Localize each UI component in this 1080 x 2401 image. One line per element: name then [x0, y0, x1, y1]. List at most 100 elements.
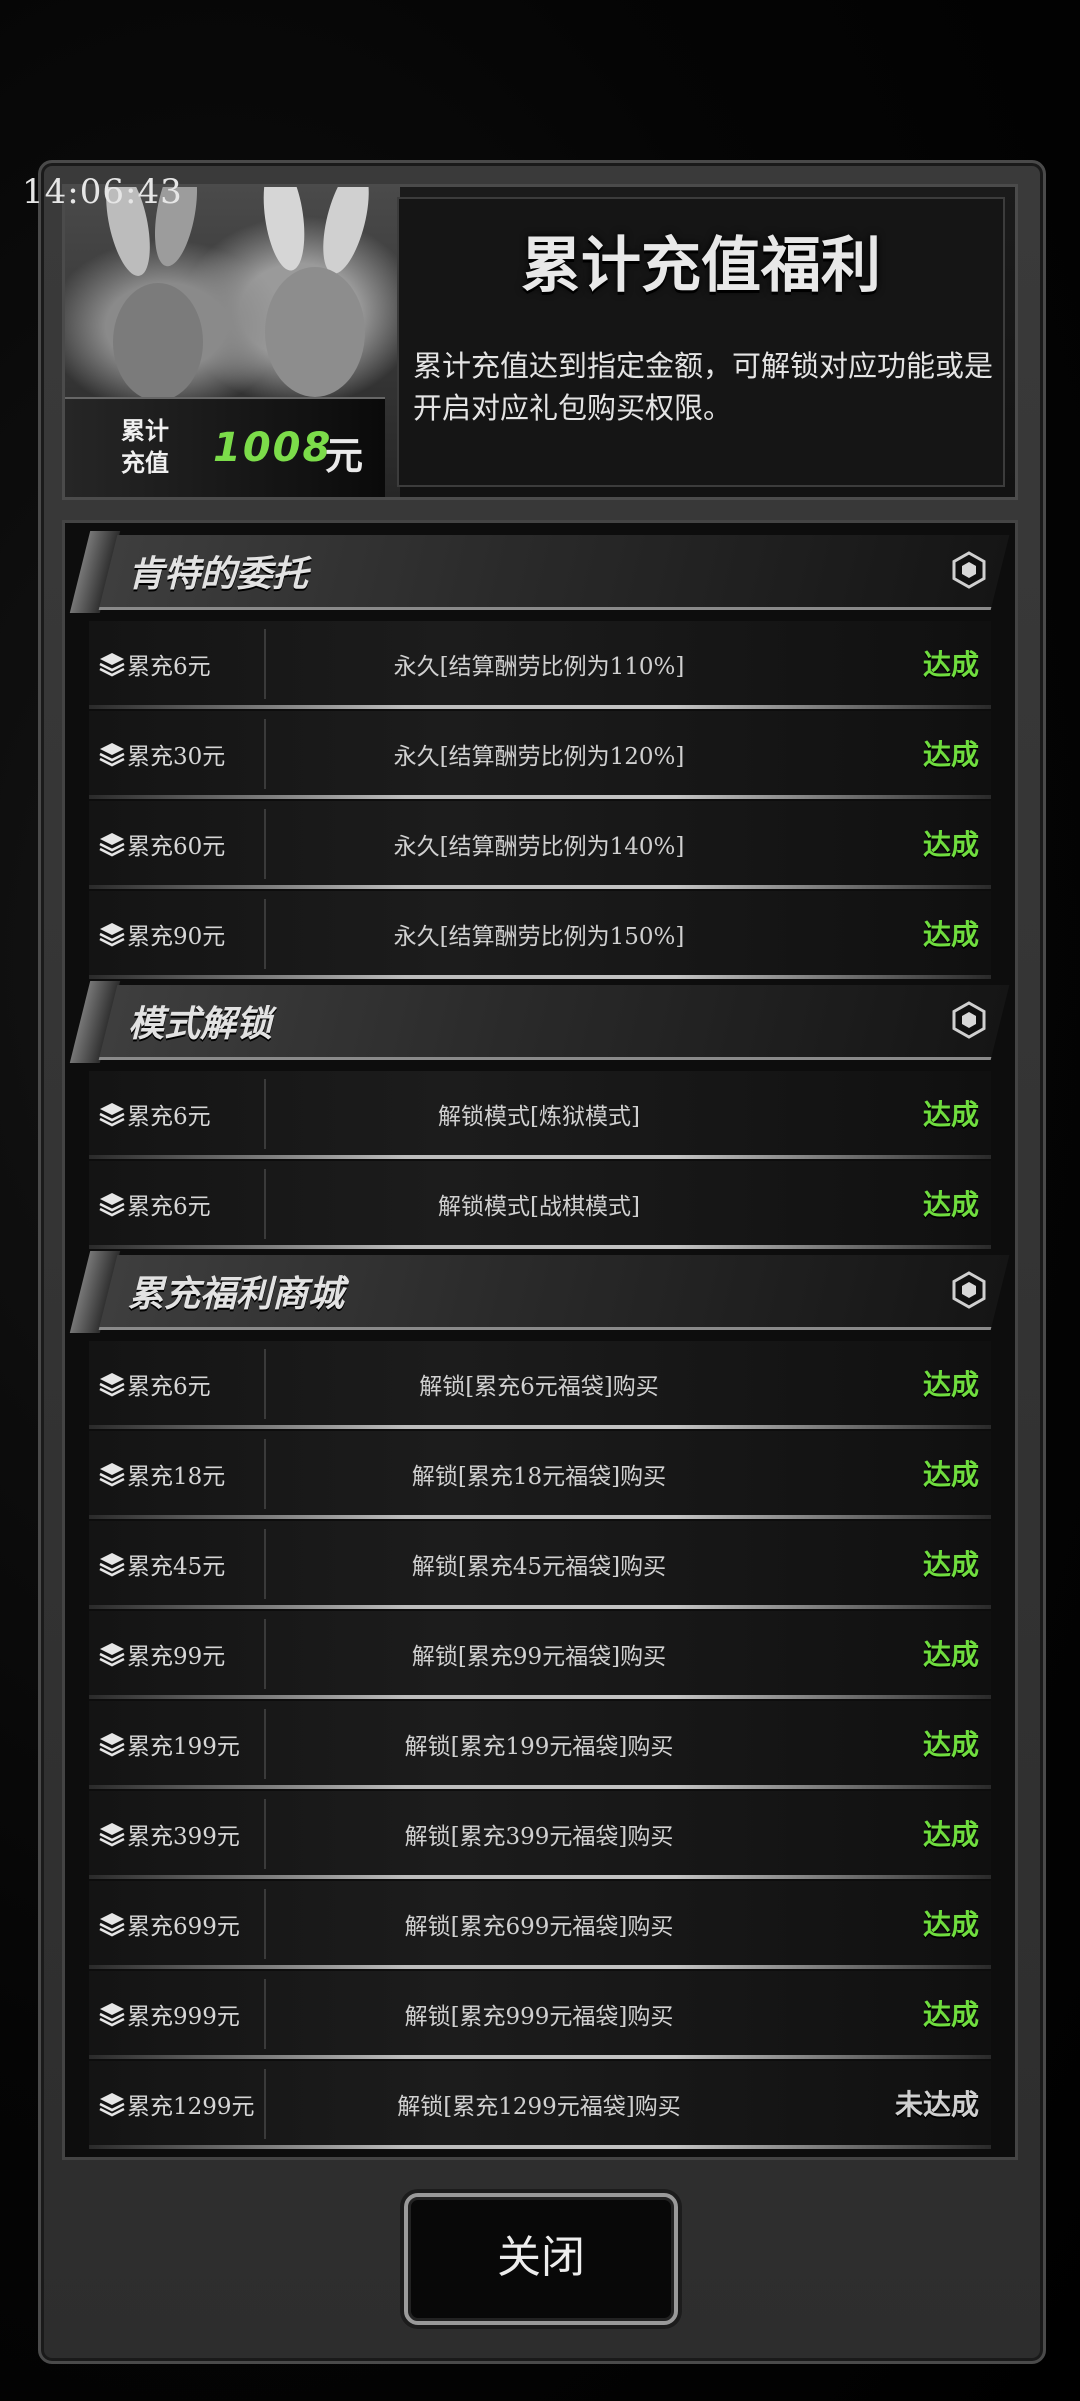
title-area: 累计充值福利 累计充值达到指定金额，可解锁对应功能或是开启对应礼包购买权限。: [397, 197, 1005, 487]
description-text: 累计充值达到指定金额，可解锁对应功能或是开启对应礼包购买权限。: [413, 349, 994, 425]
row-divider: [264, 1979, 266, 2049]
bunny-ear: [257, 187, 311, 274]
benefit-row[interactable]: 累充699元 解锁[累充699元福袋]购买 达成: [89, 1881, 991, 1969]
amount-unit: 元: [325, 434, 364, 478]
bunny-ear: [314, 187, 378, 278]
section-title: 肯特的委托: [128, 554, 309, 595]
section-title: 累充福利商城: [128, 1274, 345, 1315]
section-header: 累充福利商城: [69, 1251, 1010, 1333]
benefit-row[interactable]: 累充6元 解锁模式[战棋模式] 达成: [89, 1161, 991, 1249]
layers-icon: [99, 2001, 125, 2027]
layers-icon: [99, 741, 125, 767]
recharge-requirement: 累充6元: [127, 1194, 211, 1220]
recharge-requirement: 累充90元: [127, 924, 226, 950]
amount-label-line2: 充值: [121, 449, 169, 477]
benefit-description: 解锁[累充45元福袋]购买: [411, 1554, 667, 1580]
benefit-row[interactable]: 累充399元 解锁[累充399元福袋]购买 达成: [89, 1791, 991, 1879]
layers-icon: [99, 1551, 125, 1577]
status-badge: 达成: [922, 1368, 979, 1401]
status-badge: 达成: [922, 1908, 979, 1941]
clock: 14:06:43: [22, 172, 183, 212]
benefit-row[interactable]: 累充6元 永久[结算酬劳比例为110%] 达成: [89, 621, 991, 709]
status-badge: 达成: [922, 1458, 979, 1491]
benefit-description: 永久[结算酬劳比例为110%]: [393, 654, 685, 680]
status-badge: 达成: [922, 1638, 979, 1671]
row-divider: [264, 2069, 266, 2139]
character-portrait: 累计 充值 1008 元: [65, 187, 400, 497]
status-badge: 达成: [922, 648, 979, 681]
row-divider: [264, 1169, 266, 1239]
benefit-description: 解锁[累充6元福袋]购买: [419, 1374, 659, 1400]
dialog-header: 累计 充值 1008 元 累计充值福利 累计充值达到指定金额，可解锁对应功能或是…: [62, 184, 1018, 500]
layers-icon: [99, 651, 125, 677]
row-divider: [264, 1439, 266, 1509]
row-divider: [264, 809, 266, 879]
benefit-row[interactable]: 累充45元 解锁[累充45元福袋]购买 达成: [89, 1521, 991, 1609]
section-title: 模式解锁: [128, 1004, 273, 1045]
recharge-requirement: 累充45元: [127, 1554, 226, 1580]
total-recharge-amount: 1008: [213, 425, 333, 471]
layers-icon: [99, 1461, 125, 1487]
recharge-requirement: 累充999元: [127, 2004, 240, 2030]
benefit-row[interactable]: 累充199元 解锁[累充199元福袋]购买 达成: [89, 1701, 991, 1789]
character-face: [113, 283, 203, 401]
layers-icon: [99, 1911, 125, 1937]
character-face: [265, 267, 365, 397]
benefit-row[interactable]: 累充6元 解锁[累充6元福袋]购买 达成: [89, 1341, 991, 1429]
benefit-row[interactable]: 累充1299元 解锁[累充1299元福袋]购买 未达成: [89, 2061, 991, 2149]
layers-icon: [99, 2091, 125, 2117]
status-badge: 达成: [922, 1728, 979, 1761]
benefit-description: 解锁[累充699元福袋]购买: [404, 1914, 674, 1940]
row-divider: [264, 1619, 266, 1689]
benefit-row[interactable]: 累充30元 永久[结算酬劳比例为120%] 达成: [89, 711, 991, 799]
recharge-requirement: 累充6元: [127, 654, 211, 680]
layers-icon: [99, 1371, 125, 1397]
section-header: 模式解锁: [69, 981, 1010, 1063]
benefit-description: 解锁[累充999元福袋]购买: [404, 2004, 674, 2030]
status-badge: 达成: [922, 738, 979, 771]
recharge-requirement: 累充18元: [127, 1464, 226, 1490]
benefit-description: 解锁[累充1299元福袋]购买: [397, 2094, 681, 2120]
benefit-row[interactable]: 累充90元 永久[结算酬劳比例为150%] 达成: [89, 891, 991, 979]
benefit-description: 解锁模式[炼狱模式]: [438, 1104, 640, 1130]
layers-icon: [99, 1101, 125, 1127]
row-divider: [264, 629, 266, 699]
benefit-description: 永久[结算酬劳比例为140%]: [393, 834, 685, 860]
hexagon-icon[interactable]: [950, 1001, 988, 1039]
benefit-description: 永久[结算酬劳比例为120%]: [393, 744, 685, 770]
close-button[interactable]: 关闭: [404, 2193, 678, 2325]
benefit-description: 解锁[累充99元福袋]购买: [411, 1644, 667, 1670]
hexagon-icon[interactable]: [950, 551, 988, 589]
benefit-description: 永久[结算酬劳比例为150%]: [393, 924, 685, 950]
row-divider: [264, 1529, 266, 1599]
row-divider: [264, 1889, 266, 1959]
benefit-row[interactable]: 累充99元 解锁[累充99元福袋]购买 达成: [89, 1611, 991, 1699]
benefit-row[interactable]: 累充18元 解锁[累充18元福袋]购买 达成: [89, 1431, 991, 1519]
recharge-requirement: 累充99元: [127, 1644, 226, 1670]
row-divider: [264, 1349, 266, 1419]
benefit-description: 解锁[累充399元福袋]购买: [404, 1824, 674, 1850]
recharge-requirement: 累充199元: [127, 1734, 240, 1760]
benefit-description: 解锁[累充18元福袋]购买: [411, 1464, 667, 1490]
hexagon-icon[interactable]: [950, 1271, 988, 1309]
layers-icon: [99, 1641, 125, 1667]
recharge-requirement: 累充1299元: [127, 2094, 255, 2120]
layers-icon: [99, 921, 125, 947]
layers-icon: [99, 831, 125, 857]
amount-label-line1: 累计: [121, 417, 169, 445]
benefits-list[interactable]: 肯特的委托 累充6元 永久[结算酬劳比例为110%] 达成 累充30元 永久[结算酬劳比例…: [62, 520, 1018, 2160]
row-divider: [264, 719, 266, 789]
recharge-requirement: 累充60元: [127, 834, 226, 860]
benefit-row[interactable]: 累充6元 解锁模式[炼狱模式] 达成: [89, 1071, 991, 1159]
benefit-description: 解锁模式[战棋模式]: [438, 1194, 640, 1220]
recharge-requirement: 累充399元: [127, 1824, 240, 1850]
layers-icon: [99, 1821, 125, 1847]
layers-icon: [99, 1191, 125, 1217]
row-divider: [264, 1079, 266, 1149]
recharge-requirement: 累充699元: [127, 1914, 240, 1940]
recharge-requirement: 累充6元: [127, 1374, 211, 1400]
status-badge: 达成: [922, 828, 979, 861]
benefit-row[interactable]: 累充999元 解锁[累充999元福袋]购买 达成: [89, 1971, 991, 2059]
status-badge: 达成: [922, 1818, 979, 1851]
benefit-row[interactable]: 累充60元 永久[结算酬劳比例为140%] 达成: [89, 801, 991, 889]
